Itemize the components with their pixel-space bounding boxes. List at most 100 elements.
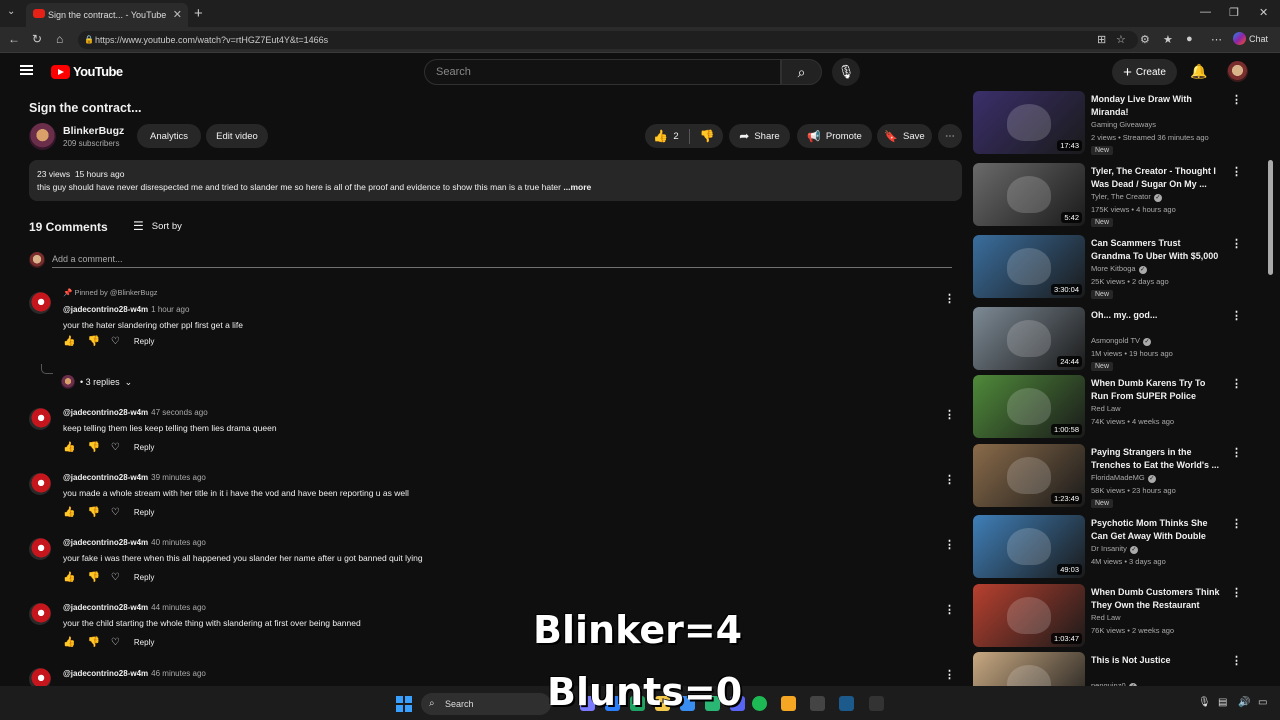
recommended-title[interactable]: Tyler, The Creator - Thought I Was Dead …: [1091, 165, 1221, 191]
network-icon[interactable]: ▤: [1218, 697, 1227, 708]
comment-author[interactable]: @jadecontrino28-w4m 40 minutes ago: [63, 538, 206, 547]
video-menu-icon[interactable]: ⋮: [1231, 237, 1242, 250]
refresh-icon[interactable]: ↻: [32, 32, 42, 46]
author-handle[interactable]: @jadecontrino28-w4m: [63, 305, 148, 314]
recommended-title[interactable]: Psychotic Mom Thinks She Can Get Away Wi…: [1091, 517, 1221, 544]
author-handle[interactable]: @jadecontrino28-w4m: [63, 538, 148, 547]
author-handle[interactable]: @jadecontrino28-w4m: [63, 603, 148, 612]
recommended-channel[interactable]: Dr Insanity ✓: [1091, 544, 1138, 554]
recommended-channel[interactable]: FloridaMadeMG ✓: [1091, 473, 1156, 483]
video-thumbnail[interactable]: 1:03:47: [973, 584, 1085, 647]
notifications-bell-icon[interactable]: 🔔: [1190, 63, 1207, 80]
roblox-icon[interactable]: [781, 696, 796, 711]
recommended-title[interactable]: Monday Live Draw With Miranda!: [1091, 93, 1221, 119]
more-actions-button[interactable]: ⋯: [938, 124, 962, 148]
recommended-video[interactable]: 49:03 Psychotic Mom Thinks She Can Get Aw…: [973, 515, 1263, 581]
video-thumbnail[interactable]: [973, 652, 1085, 686]
epic-games-icon[interactable]: [810, 696, 825, 711]
commenter-avatar[interactable]: [29, 292, 51, 314]
recommended-video[interactable]: 1:00:58 When Dumb Karens Try To Run From …: [973, 375, 1263, 441]
comment-menu-icon[interactable]: ⋮: [944, 538, 955, 551]
new-tab-icon[interactable]: +: [194, 5, 203, 22]
recommended-title[interactable]: When Dumb Karens Try To Run From SUPER P…: [1091, 377, 1221, 403]
video-thumbnail[interactable]: 24:44: [973, 307, 1085, 370]
comment-dislike-icon[interactable]: 👎: [87, 572, 99, 583]
like-button[interactable]: 👍 2: [653, 129, 678, 143]
recommended-video[interactable]: 24:44 Oh... my.. god... Asmongold TV ✓ 1M vi…: [973, 307, 1263, 373]
search-button[interactable]: ⌕: [781, 59, 822, 85]
video-menu-icon[interactable]: ⋮: [1231, 446, 1242, 459]
reply-button[interactable]: Reply: [134, 443, 154, 452]
recommended-channel[interactable]: Red Law: [1091, 613, 1121, 622]
comment-author[interactable]: @jadecontrino28-w4m 44 minutes ago: [63, 603, 206, 612]
recommended-video[interactable]: 1:23:49 Paying Strangers in the Trenches …: [973, 444, 1263, 510]
battery-icon[interactable]: ▭: [1258, 697, 1267, 708]
app-m-icon[interactable]: [869, 696, 884, 711]
search-input[interactable]: Search: [424, 59, 781, 85]
create-button[interactable]: + Create: [1112, 59, 1177, 85]
comment-menu-icon[interactable]: ⋮: [944, 473, 955, 486]
video-thumbnail[interactable]: 17:43: [973, 91, 1085, 154]
voice-search-button[interactable]: 🎙: [832, 58, 860, 86]
video-thumbnail[interactable]: 1:00:58: [973, 375, 1085, 438]
app-install-icon[interactable]: ⊞: [1097, 33, 1106, 46]
comment-dislike-icon[interactable]: 👎: [87, 637, 99, 648]
comment-author[interactable]: @jadecontrino28-w4m 46 minutes ago: [63, 669, 206, 678]
comment-like-icon[interactable]: 👍: [63, 637, 75, 648]
reply-button[interactable]: Reply: [134, 337, 154, 346]
menu-dots-icon[interactable]: ⋯: [1211, 33, 1222, 46]
comment-author[interactable]: @jadecontrino28-w4m 47 seconds ago: [63, 408, 208, 417]
minimize-icon[interactable]: —: [1200, 6, 1211, 18]
microphone-tray-icon[interactable]: 🎙: [1198, 697, 1211, 708]
chat-button[interactable]: Chat: [1233, 32, 1268, 45]
comment-time[interactable]: 1 hour ago: [151, 305, 189, 314]
reply-button[interactable]: Reply: [134, 508, 154, 517]
creator-heart-icon[interactable]: ♡: [111, 507, 120, 518]
home-icon[interactable]: ⌂: [56, 32, 63, 46]
video-menu-icon[interactable]: ⋮: [1231, 165, 1242, 178]
close-tab-icon[interactable]: ✕: [173, 8, 182, 21]
comment-time[interactable]: 46 minutes ago: [151, 669, 206, 678]
comment-menu-icon[interactable]: ⋮: [944, 668, 955, 681]
commenter-avatar[interactable]: [29, 408, 51, 430]
recommended-channel[interactable]: Tyler, The Creator ✓: [1091, 192, 1162, 202]
recommended-video[interactable]: 17:43 Monday Live Draw With Miranda! Gamin…: [973, 91, 1263, 157]
comment-dislike-icon[interactable]: 👎: [87, 442, 99, 453]
recommended-channel[interactable]: Gaming Giveaways: [1091, 120, 1156, 129]
commenter-avatar[interactable]: [29, 473, 51, 495]
recommended-channel[interactable]: Red Law: [1091, 404, 1121, 413]
add-comment-input[interactable]: Add a comment...: [52, 254, 952, 268]
commenter-avatar[interactable]: [29, 603, 51, 625]
commenter-avatar[interactable]: [29, 668, 51, 686]
page-scrollbar[interactable]: [1268, 160, 1273, 275]
video-menu-icon[interactable]: ⋮: [1231, 517, 1242, 530]
comment-time[interactable]: 47 seconds ago: [151, 408, 208, 417]
comment-menu-icon[interactable]: ⋮: [944, 408, 955, 421]
video-menu-icon[interactable]: ⋮: [1231, 654, 1242, 667]
comment-like-icon[interactable]: 👍: [63, 442, 75, 453]
creator-heart-icon[interactable]: ♡: [111, 336, 120, 347]
comment-menu-icon[interactable]: ⋮: [944, 292, 955, 305]
comment-time[interactable]: 40 minutes ago: [151, 538, 206, 547]
recommended-channel[interactable]: More Kitboga ✓: [1091, 264, 1147, 274]
close-window-icon[interactable]: ✕: [1259, 6, 1268, 19]
dislike-button[interactable]: 👎: [700, 129, 715, 143]
comment-time[interactable]: 44 minutes ago: [151, 603, 206, 612]
comment-menu-icon[interactable]: ⋮: [944, 603, 955, 616]
creator-heart-icon[interactable]: ♡: [111, 572, 120, 583]
url-field[interactable]: 🔒 https://www.youtube.com/watch?v=rtHGZ7…: [78, 31, 1138, 49]
extensions-icon[interactable]: ⚙: [1140, 33, 1150, 46]
taskbar-search[interactable]: ⌕ Search: [421, 693, 551, 715]
comment-author[interactable]: @jadecontrino28-w4m 39 minutes ago: [63, 473, 206, 482]
comment-like-icon[interactable]: 👍: [63, 572, 75, 583]
video-thumbnail[interactable]: 1:23:49: [973, 444, 1085, 507]
recommended-title[interactable]: This is Not Justice: [1091, 654, 1221, 667]
recommended-video[interactable]: 3:30:04 Can Scammers Trust Grandma To Ube…: [973, 235, 1263, 301]
author-handle[interactable]: @jadecontrino28-w4m: [63, 473, 148, 482]
recommended-title[interactable]: Oh... my.. god...: [1091, 309, 1221, 322]
profile-icon[interactable]: ●: [1186, 33, 1193, 45]
reply-button[interactable]: Reply: [134, 573, 154, 582]
steam-icon[interactable]: [839, 696, 854, 711]
video-menu-icon[interactable]: ⋮: [1231, 93, 1242, 106]
account-avatar[interactable]: [1227, 61, 1248, 82]
